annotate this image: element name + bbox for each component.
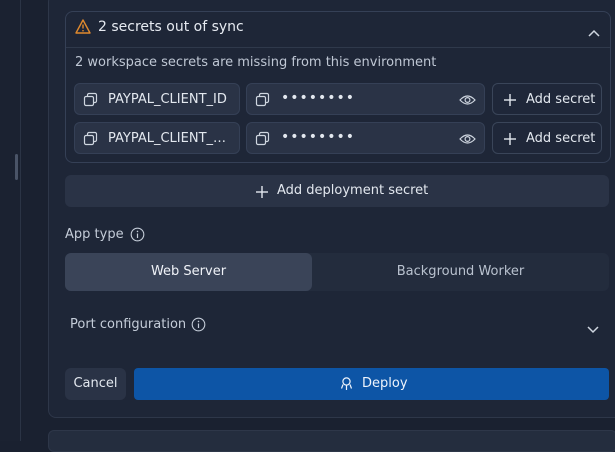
chevron-down-icon[interactable]: [587, 319, 599, 338]
add-secret-button[interactable]: Add secret: [492, 83, 602, 115]
eye-icon[interactable]: [459, 131, 476, 150]
info-icon[interactable]: [130, 227, 145, 246]
add-secret-label: Add secret: [526, 131, 596, 146]
next-section-bar: [48, 430, 615, 452]
plus-icon: [503, 131, 517, 150]
plus-icon: [503, 92, 517, 111]
sync-warning-title: 2 secrets out of sync: [98, 19, 244, 35]
deploy-label: Deploy: [362, 376, 408, 391]
cancel-label: Cancel: [73, 376, 118, 391]
chevron-up-icon[interactable]: [588, 22, 600, 41]
secret-value-field[interactable]: ••••••••: [246, 83, 485, 115]
option-label: Background Worker: [396, 264, 525, 279]
info-icon[interactable]: [191, 317, 206, 336]
secret-name-field[interactable]: PAYPAL_CLIENT_…: [74, 122, 240, 154]
plus-icon: [255, 184, 269, 203]
secret-name: PAYPAL_CLIENT_ID: [108, 92, 227, 107]
sidebar-edge: [0, 0, 21, 441]
option-label: Web Server: [150, 264, 227, 279]
secret-value-field[interactable]: ••••••••: [246, 122, 485, 154]
copy-icon[interactable]: [255, 131, 270, 150]
divider: [66, 47, 610, 48]
copy-icon[interactable]: [83, 92, 98, 111]
app-type-option-web-server[interactable]: Web Server: [65, 253, 312, 291]
secrets-sync-warning: 2 secrets out of sync 2 workspace secret…: [65, 11, 611, 163]
copy-icon[interactable]: [255, 92, 270, 111]
sync-warning-description: 2 workspace secrets are missing from thi…: [75, 55, 437, 70]
cancel-button[interactable]: Cancel: [65, 368, 126, 400]
app-type-label: App type: [65, 227, 124, 242]
add-deployment-secret-button[interactable]: Add deployment secret: [65, 175, 609, 207]
eye-icon[interactable]: [459, 92, 476, 111]
add-secret-button[interactable]: Add secret: [492, 122, 602, 154]
masked-secret-value: ••••••••: [281, 90, 356, 106]
secret-name: PAYPAL_CLIENT_…: [108, 131, 227, 146]
port-configuration-label: Port configuration: [70, 317, 187, 332]
add-deployment-secret-label: Add deployment secret: [277, 183, 429, 198]
port-configuration-section[interactable]: Port configuration: [65, 306, 609, 342]
app-type-option-background-worker[interactable]: Background Worker: [312, 253, 609, 291]
add-secret-label: Add secret: [526, 92, 596, 107]
warning-icon: [75, 19, 91, 38]
deploy-icon: [339, 376, 354, 395]
copy-icon[interactable]: [83, 131, 98, 150]
sidebar-resize-handle[interactable]: [15, 154, 18, 180]
secret-name-field[interactable]: PAYPAL_CLIENT_ID: [74, 83, 240, 115]
missing-secret-row: PAYPAL_CLIENT_ID •••••••• Add secret: [74, 83, 602, 115]
missing-secret-row: PAYPAL_CLIENT_… •••••••• Add secret: [74, 122, 602, 154]
deploy-button[interactable]: Deploy: [134, 368, 609, 400]
app-type-selector: Web Server Background Worker: [65, 253, 609, 291]
sync-warning-header[interactable]: 2 secrets out of sync: [66, 12, 610, 44]
masked-secret-value: ••••••••: [281, 129, 356, 145]
